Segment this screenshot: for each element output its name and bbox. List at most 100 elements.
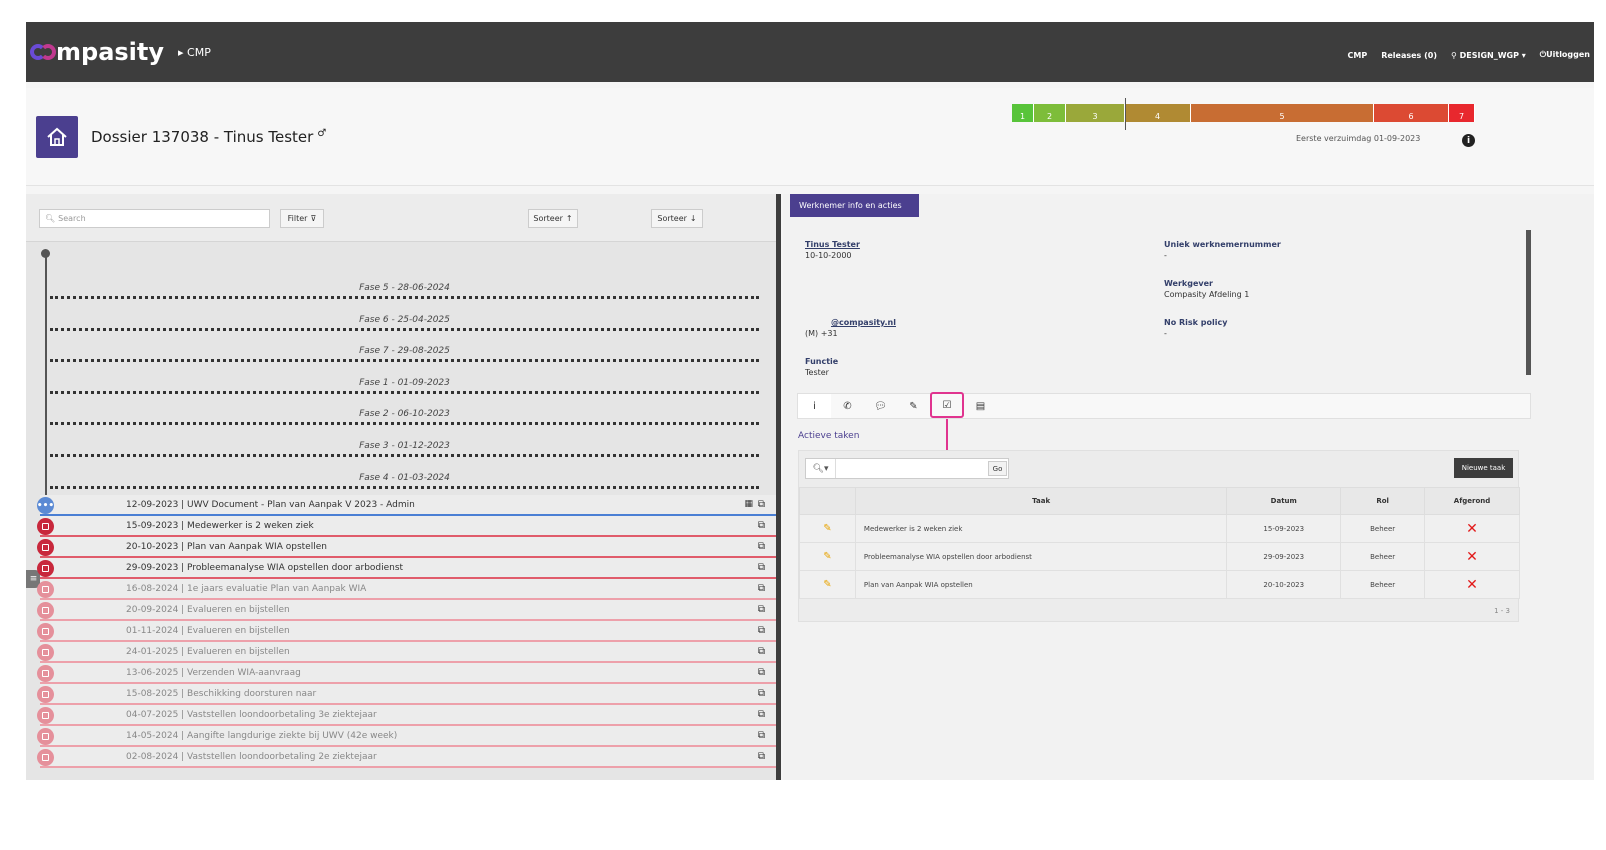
open-external-icon[interactable]: ⧉ bbox=[758, 541, 765, 552]
employee-name-link[interactable]: Tinus Tester bbox=[805, 240, 860, 249]
timeline-task-row[interactable]: 20-10-2023 | Plan van Aanpak WIA opstell… bbox=[37, 537, 777, 558]
app-window: mpasity ▸ CMP CMP Releases (0) ⚲ DESIGN_… bbox=[26, 22, 1594, 780]
phase-divider: Fase 5 - 28-06-2024 bbox=[50, 279, 759, 299]
phase-divider: Fase 6 - 25-04-2025 bbox=[50, 311, 759, 331]
nav-user-menu[interactable]: ⚲ DESIGN_WGP ▾ bbox=[1451, 51, 1526, 60]
timeline-task-row[interactable]: 15-08-2025 | Beschikking doorsturen naar… bbox=[37, 684, 777, 705]
timeline-task-row[interactable]: ••• 12-09-2023 | UWV Document - Plan van… bbox=[37, 495, 777, 516]
timeline-task-row[interactable]: 04-07-2025 | Vaststellen loondoorbetalin… bbox=[37, 705, 777, 726]
col-rol[interactable]: Rol bbox=[1340, 487, 1426, 515]
new-task-button[interactable]: Nieuwe taak bbox=[1454, 458, 1513, 478]
open-external-icon[interactable]: ⧉ bbox=[758, 646, 765, 657]
go-button[interactable]: Go bbox=[988, 461, 1007, 476]
app-code: ▸ CMP bbox=[178, 45, 211, 59]
task-checkbox-icon[interactable]: ☑ bbox=[930, 392, 964, 418]
employee-name-field: Tinus Tester 10-10-2000 bbox=[805, 240, 860, 260]
calendar-icon[interactable]: ▦ bbox=[744, 499, 753, 509]
timeline-task-row[interactable]: 14-05-2024 | Aangifte langdurige ziekte … bbox=[37, 726, 777, 747]
logo-text: mpasity bbox=[56, 38, 165, 66]
open-external-icon[interactable]: ⧉ bbox=[758, 562, 765, 573]
edit-pencil-icon[interactable]: ✎ bbox=[799, 542, 856, 571]
task-status-icon bbox=[37, 560, 54, 577]
not-completed-icon[interactable]: ✕ bbox=[1424, 542, 1520, 571]
task-status-icon bbox=[37, 644, 54, 661]
norisk-field: No Risk policy - bbox=[1164, 318, 1228, 338]
pagination-info: 1 - 3 bbox=[1494, 607, 1510, 615]
timeline-task-row[interactable]: 02-08-2024 | Vaststellen loondoorbetalin… bbox=[37, 747, 777, 768]
timeline-line bbox=[45, 252, 47, 522]
table-row[interactable]: ✎ Plan van Aanpak WIA opstellen 20-10-20… bbox=[799, 570, 1520, 599]
timeline-task-row[interactable]: 20-09-2024 | Evalueren en bijstellen ⧉ bbox=[37, 600, 777, 621]
brand-logo[interactable]: mpasity ▸ CMP bbox=[30, 38, 211, 66]
phase-divider: Fase 2 - 06-10-2023 bbox=[50, 405, 759, 425]
paperclip-icon[interactable]: ✎ bbox=[897, 394, 930, 418]
nav-logout[interactable]: ⏻Uitloggen bbox=[1540, 50, 1590, 60]
phase-bar: 1 2 3 4 5 6 7 bbox=[1012, 104, 1475, 122]
not-completed-icon[interactable]: ✕ bbox=[1424, 514, 1520, 543]
email-link[interactable]: @compasity.nl bbox=[805, 318, 896, 327]
search-icon: 🔍︎ bbox=[812, 463, 824, 474]
col-afgerond[interactable]: Afgerond bbox=[1424, 487, 1520, 515]
timeline-task-row[interactable]: 01-11-2024 | Evalueren en bijstellen ⧉ bbox=[37, 621, 777, 642]
sort-ascending-button[interactable]: Sorteer ↑ bbox=[528, 209, 578, 228]
open-external-icon[interactable]: ⧉ bbox=[758, 499, 765, 510]
info-tab-icon[interactable]: i bbox=[798, 394, 831, 418]
chat-icon[interactable]: 💬︎ bbox=[864, 394, 897, 418]
timeline-task-row[interactable]: 24-01-2025 | Evalueren en bijstellen ⧉ bbox=[37, 642, 777, 663]
col-taak[interactable]: Taak bbox=[854, 487, 1228, 515]
open-external-icon[interactable]: ⧉ bbox=[758, 625, 765, 636]
open-external-icon[interactable]: ⧉ bbox=[758, 667, 765, 678]
home-button[interactable] bbox=[36, 116, 78, 158]
open-external-icon[interactable]: ⧉ bbox=[758, 520, 765, 531]
phase-divider: Fase 4 - 01-03-2024 bbox=[50, 469, 759, 489]
filter-button[interactable]: Filter ⊽ bbox=[280, 209, 324, 228]
werkgever-field: Werkgever Compasity Afdeling 1 bbox=[1164, 279, 1250, 299]
active-tasks-panel: 🔍︎ ▾ Go Nieuwe taak Taak Datum Rol Afgero… bbox=[798, 450, 1520, 622]
timeline-task-row[interactable]: 16-08-2024 | 1e jaars evaluatie Plan van… bbox=[37, 579, 777, 600]
gender-icon: ♂ bbox=[317, 128, 327, 139]
nav-cmp[interactable]: CMP bbox=[1348, 51, 1368, 60]
panel-splitter[interactable] bbox=[776, 194, 781, 780]
employee-panel: Werknemer info en acties Tinus Tester 10… bbox=[783, 194, 1594, 780]
timeline-task-row[interactable]: 29-09-2023 | Probleemanalyse WIA opstell… bbox=[37, 558, 777, 579]
open-external-icon[interactable]: ⧉ bbox=[758, 730, 765, 741]
table-row[interactable]: ✎ Probleemanalyse WIA opstellen door arb… bbox=[799, 542, 1520, 571]
task-status-icon bbox=[37, 539, 54, 556]
info-icon[interactable]: i bbox=[1462, 134, 1475, 147]
not-completed-icon[interactable]: ✕ bbox=[1424, 570, 1520, 599]
open-external-icon[interactable]: ⧉ bbox=[758, 751, 765, 762]
phase-segment: 2 bbox=[1034, 104, 1066, 122]
page-title: Dossier 137038 - Tinus Tester ♂ bbox=[91, 128, 327, 146]
edit-pencil-icon[interactable]: ✎ bbox=[799, 570, 856, 599]
tasks-table: Taak Datum Rol Afgerond ✎ Medewerker is … bbox=[799, 487, 1520, 599]
scrollbar[interactable] bbox=[1526, 230, 1531, 375]
phone-icon[interactable]: ✆ bbox=[831, 394, 864, 418]
timeline-task-row[interactable]: 15-09-2023 | Medewerker is 2 weken ziek … bbox=[37, 516, 777, 537]
open-external-icon[interactable]: ⧉ bbox=[758, 709, 765, 720]
col-datum[interactable]: Datum bbox=[1226, 487, 1342, 515]
employee-info: Tinus Tester 10-10-2000 @compasity.nl (M… bbox=[790, 219, 1530, 409]
col-edit bbox=[799, 487, 856, 515]
phase-divider: Fase 1 - 01-09-2023 bbox=[50, 374, 759, 394]
nav-releases[interactable]: Releases (0) bbox=[1381, 51, 1437, 60]
contact-field: @compasity.nl (M) +31 bbox=[805, 318, 896, 338]
top-bar: mpasity ▸ CMP CMP Releases (0) ⚲ DESIGN_… bbox=[26, 22, 1594, 82]
task-status-icon bbox=[37, 602, 54, 619]
open-external-icon[interactable]: ⧉ bbox=[758, 688, 765, 699]
open-external-icon[interactable]: ⧉ bbox=[758, 583, 765, 594]
phase-segment: 6 bbox=[1374, 104, 1449, 122]
timeline-panel: 🔍︎ Search Filter ⊽ Sorteer ↑ Sorteer ↓ Fase … bbox=[26, 194, 777, 780]
open-external-icon[interactable]: ⧉ bbox=[758, 604, 765, 615]
archive-icon[interactable]: ▤ bbox=[964, 394, 997, 418]
sort-descending-button[interactable]: Sorteer ↓ bbox=[651, 209, 703, 228]
edit-pencil-icon[interactable]: ✎ bbox=[799, 514, 856, 543]
search-dropdown[interactable]: 🔍︎ ▾ bbox=[806, 459, 836, 478]
task-status-icon bbox=[37, 623, 54, 640]
tab-werknemer-info[interactable]: Werknemer info en acties bbox=[790, 194, 919, 217]
phase-divider: Fase 7 - 29-08-2025 bbox=[50, 342, 759, 362]
search-input[interactable]: 🔍︎ Search bbox=[39, 209, 270, 228]
timeline-task-row[interactable]: 13-06-2025 | Verzenden WIA-aanvraag ⧉ bbox=[37, 663, 777, 684]
table-row[interactable]: ✎ Medewerker is 2 weken ziek 15-09-2023 … bbox=[799, 514, 1520, 543]
task-status-icon bbox=[37, 707, 54, 724]
task-search: 🔍︎ ▾ Go bbox=[805, 458, 1009, 479]
